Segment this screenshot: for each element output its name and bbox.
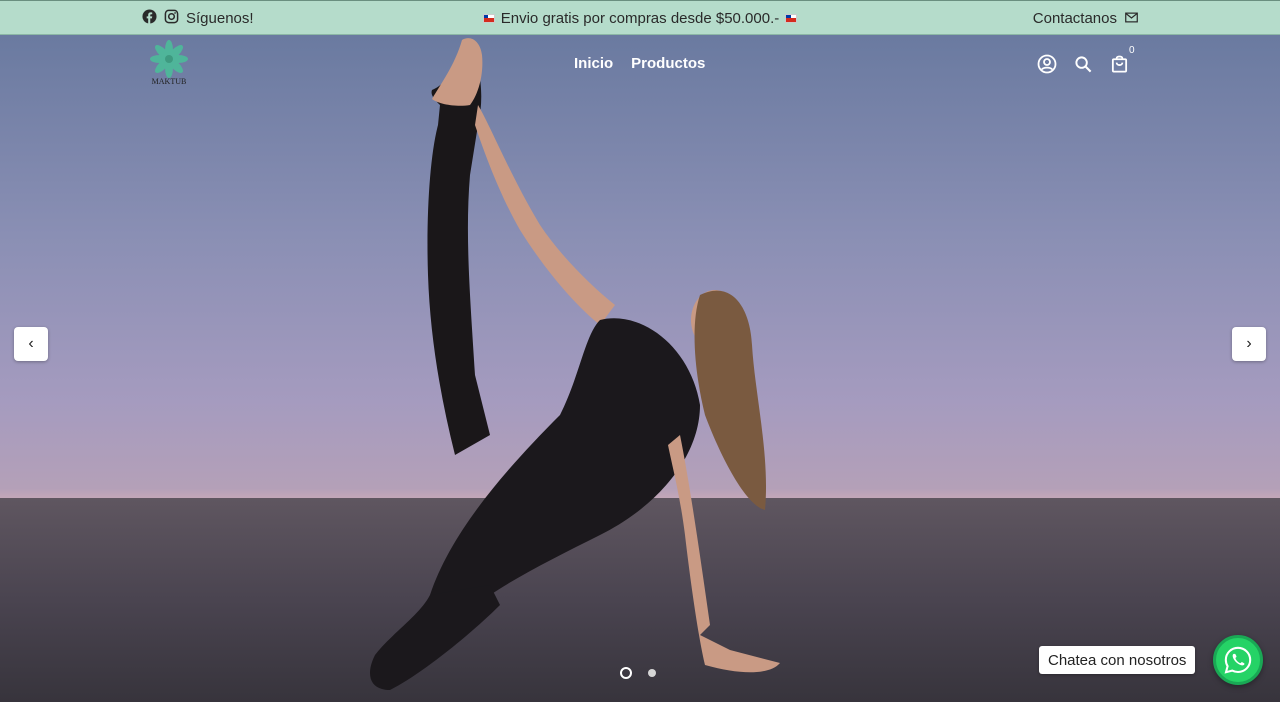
announcement-bar: Síguenos! Envio gratis por compras desde… xyxy=(0,0,1280,35)
account-icon[interactable] xyxy=(1036,53,1058,75)
main-nav: Inicio Productos xyxy=(574,55,705,72)
contact-label[interactable]: Contactanos xyxy=(1033,10,1117,27)
promo-text: Envio gratis por compras desde $50.000.- xyxy=(500,9,780,27)
nav-inicio[interactable]: Inicio xyxy=(574,55,613,72)
slider-next-button[interactable]: › xyxy=(1232,327,1266,361)
hero-slide xyxy=(0,35,1280,702)
whatsapp-button[interactable] xyxy=(1213,635,1263,685)
chile-flag-icon xyxy=(482,13,495,23)
slider-dot-1[interactable] xyxy=(620,667,632,679)
lotus-logo-icon xyxy=(150,40,188,78)
chat-label-text: Chatea con nosotros xyxy=(1048,651,1187,669)
chevron-left-icon: ‹ xyxy=(28,335,34,352)
hero-figure xyxy=(370,38,780,690)
contact-link[interactable]: Contactanos xyxy=(1033,1,1138,35)
chat-label[interactable]: Chatea con nosotros xyxy=(1039,646,1196,674)
cart-icon[interactable] xyxy=(1108,53,1130,75)
cart-count: 0 xyxy=(1129,45,1135,56)
nav-productos[interactable]: Productos xyxy=(631,55,705,72)
logo[interactable]: MAKTUB xyxy=(148,39,190,89)
chile-flag-icon xyxy=(785,13,798,23)
slider-dot-2[interactable] xyxy=(648,669,656,677)
slider-prev-button[interactable]: ‹ xyxy=(14,327,48,361)
chevron-right-icon: › xyxy=(1246,335,1252,352)
slider-dots xyxy=(620,667,656,679)
whatsapp-icon xyxy=(1224,646,1252,674)
header-actions: 0 xyxy=(1036,45,1135,75)
site-header: MAKTUB Inicio Productos 0 xyxy=(0,35,1280,95)
logo-text: MAKTUB xyxy=(151,77,187,86)
search-icon[interactable] xyxy=(1072,53,1094,75)
mail-icon xyxy=(1125,10,1138,27)
